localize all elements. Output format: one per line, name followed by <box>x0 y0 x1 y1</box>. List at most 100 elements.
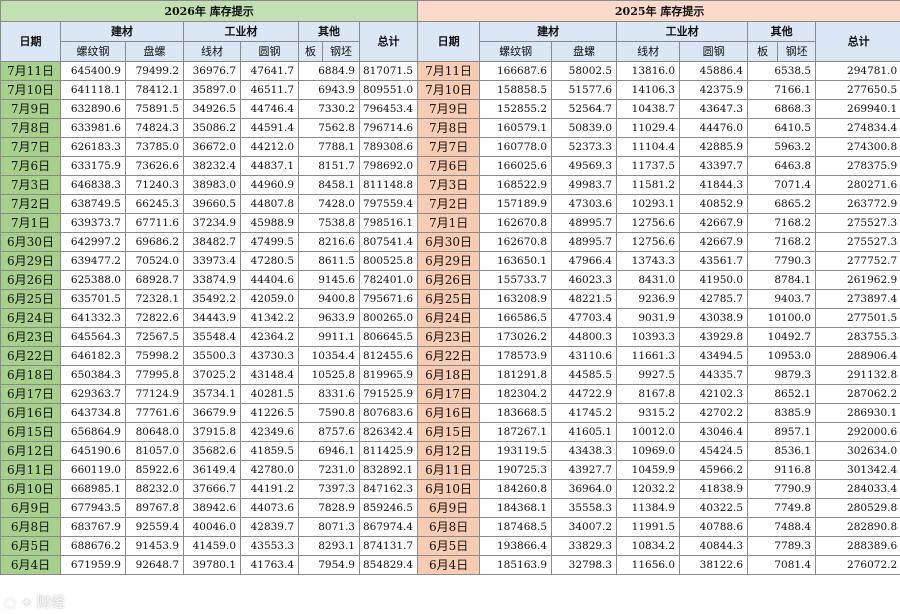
value-cell: 162670.8 <box>479 213 553 233</box>
date-cell: 7月6日 <box>0 156 61 176</box>
total-cell: 867974.4 <box>358 517 419 537</box>
value-cell: 88232.0 <box>125 479 184 499</box>
total-cell: 274834.4 <box>815 118 900 138</box>
total-cell: 291132.8 <box>815 365 900 385</box>
value-cell: 42780.0 <box>240 460 299 480</box>
value-cell: 8151.7 <box>298 156 360 176</box>
value-cell: 646838.3 <box>60 175 126 195</box>
value-cell: 80648.0 <box>125 422 184 442</box>
total-cell: 811148.8 <box>358 175 419 195</box>
value-cell: 14106.3 <box>616 80 681 100</box>
value-cell: 9031.9 <box>616 308 681 328</box>
value-cell: 58002.5 <box>551 61 618 81</box>
date-cell: 6月11日 <box>417 460 481 480</box>
table-body: 7月11日 645400.9 79499.2 36976.7 47641.7 6884.9… <box>0 61 900 575</box>
header-gongye-2025: 工业材 <box>616 21 749 42</box>
value-cell: 642997.2 <box>60 232 126 252</box>
value-cell: 7790.9 <box>747 479 817 499</box>
total-cell: 276072.2 <box>815 555 900 575</box>
total-cell: 302634.0 <box>815 441 900 461</box>
value-cell: 66245.3 <box>125 194 184 214</box>
value-cell: 645400.9 <box>60 61 126 81</box>
value-cell: 166586.5 <box>479 308 553 328</box>
value-cell: 41859.5 <box>240 441 299 461</box>
value-cell: 7397.3 <box>298 479 360 499</box>
total-cell: 796714.6 <box>358 118 419 138</box>
header-jiancai-2025: 建材 <box>479 21 618 42</box>
value-cell: 43397.7 <box>679 156 749 176</box>
value-cell: 656864.9 <box>60 422 126 442</box>
value-cell: 7428.0 <box>298 194 360 214</box>
date-cell: 7月7日 <box>0 137 61 157</box>
total-cell: 826342.4 <box>358 422 419 442</box>
value-cell: 8293.1 <box>298 536 360 556</box>
date-cell: 7月11日 <box>417 61 481 81</box>
table-row: 6月26日 625388.0 68928.7 33874.9 44404.6 9145.6… <box>0 270 900 290</box>
value-cell: 11656.0 <box>616 555 681 575</box>
value-cell: 36672.0 <box>183 137 241 157</box>
table-row: 6月24日 641332.3 72822.6 34443.9 41342.2 9633.9… <box>0 308 900 328</box>
value-cell: 162670.8 <box>479 232 553 252</box>
date-cell: 6月15日 <box>0 422 61 442</box>
value-cell: 43438.3 <box>551 441 618 461</box>
value-cell: 12756.6 <box>616 232 681 252</box>
value-cell: 35682.6 <box>183 441 241 461</box>
value-cell: 633175.9 <box>60 156 126 176</box>
total-cell: 874131.7 <box>358 536 419 556</box>
value-cell: 187468.5 <box>479 517 553 537</box>
date-cell: 6月25日 <box>417 289 481 309</box>
value-cell: 7330.2 <box>298 99 360 119</box>
value-cell: 81057.0 <box>125 441 184 461</box>
value-cell: 9236.9 <box>616 289 681 309</box>
value-cell: 168522.9 <box>479 175 553 195</box>
watermark-logo: ◌ ✦ 财经 <box>4 595 65 611</box>
value-cell: 70524.0 <box>125 251 184 271</box>
date-cell: 7月1日 <box>417 213 481 233</box>
date-cell: 6月18日 <box>0 365 61 385</box>
date-cell: 6月30日 <box>0 232 61 252</box>
date-cell: 7月11日 <box>0 61 61 81</box>
value-cell: 69686.2 <box>125 232 184 252</box>
value-cell: 40788.6 <box>679 517 749 537</box>
table-row: 7月11日 645400.9 79499.2 36976.7 47641.7 6884.9… <box>0 61 900 81</box>
value-cell: 7166.1 <box>747 80 817 100</box>
value-cell: 46023.3 <box>551 270 618 290</box>
date-cell: 6月23日 <box>417 327 481 347</box>
value-cell: 48995.7 <box>551 232 618 252</box>
value-cell: 11737.5 <box>616 156 681 176</box>
date-cell: 6月23日 <box>0 327 61 347</box>
value-cell: 683767.9 <box>60 517 126 537</box>
table-row: 6月16日 643734.8 77761.6 36679.9 41226.5 7590.8… <box>0 403 900 423</box>
date-cell: 6月4日 <box>417 555 481 575</box>
value-cell: 633981.6 <box>60 118 126 138</box>
value-cell: 629363.7 <box>60 384 126 404</box>
value-cell: 35548.4 <box>183 327 241 347</box>
value-cell: 12756.6 <box>616 213 681 233</box>
value-cell: 42667.9 <box>679 213 749 233</box>
value-cell: 43046.4 <box>679 422 749 442</box>
total-cell: 282890.8 <box>815 517 900 537</box>
date-cell: 6月26日 <box>0 270 61 290</box>
value-cell: 35500.3 <box>183 346 241 366</box>
value-cell: 43927.7 <box>551 460 618 480</box>
value-cell: 33829.3 <box>551 536 618 556</box>
total-cell: 273897.4 <box>815 289 900 309</box>
value-cell: 37666.7 <box>183 479 241 499</box>
value-cell: 11384.9 <box>616 498 681 518</box>
total-cell: 798516.1 <box>358 213 419 233</box>
date-cell: 6月22日 <box>0 346 61 366</box>
value-cell: 44585.5 <box>551 365 618 385</box>
total-cell: 854829.4 <box>358 555 419 575</box>
table-row: 6月25日 635701.5 72328.1 35492.2 42059.0 9400.8… <box>0 289 900 309</box>
value-cell: 50839.0 <box>551 118 618 138</box>
value-cell: 7790.3 <box>747 251 817 271</box>
value-cell: 688676.2 <box>60 536 126 556</box>
value-cell: 71240.3 <box>125 175 184 195</box>
value-cell: 34443.9 <box>183 308 241 328</box>
total-cell: 819965.9 <box>358 365 419 385</box>
value-cell: 45424.5 <box>679 441 749 461</box>
value-cell: 6868.3 <box>747 99 817 119</box>
value-cell: 155733.7 <box>479 270 553 290</box>
total-cell: 286930.1 <box>815 403 900 423</box>
date-cell: 6月5日 <box>0 536 61 556</box>
